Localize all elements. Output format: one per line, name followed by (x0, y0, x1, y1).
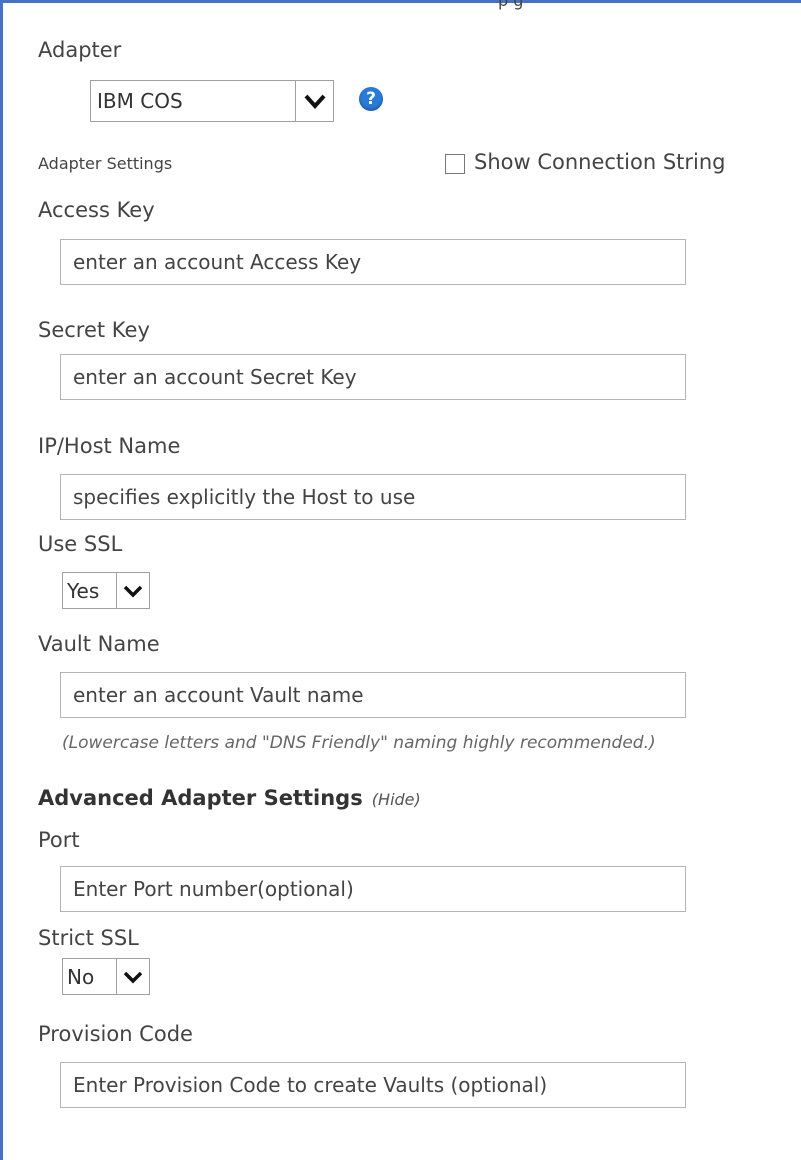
adapter-select[interactable]: IBM COS (90, 80, 334, 122)
access-key-label: Access Key (38, 198, 155, 222)
chevron-down-icon[interactable] (116, 959, 149, 994)
advanced-settings-heading: Advanced Adapter Settings (Hide) (38, 786, 421, 810)
access-key-input[interactable] (60, 239, 686, 285)
help-icon[interactable]: ? (359, 87, 383, 111)
show-connection-string-checkbox[interactable] (445, 154, 465, 174)
use-ssl-select[interactable]: Yes (62, 572, 150, 609)
adapter-settings-label: Adapter Settings (38, 154, 173, 173)
provision-code-label: Provision Code (38, 1022, 193, 1046)
provision-code-input[interactable] (60, 1062, 686, 1108)
strict-ssl-label: Strict SSL (38, 926, 139, 950)
advanced-settings-title: Advanced Adapter Settings (38, 786, 363, 810)
secret-key-input[interactable] (60, 354, 686, 400)
vault-name-hint: (Lowercase letters and "DNS Friendly" na… (62, 733, 656, 753)
frame-left-border (0, 0, 3, 1160)
use-ssl-select-value: Yes (67, 578, 100, 603)
hide-advanced-link[interactable]: (Hide) (372, 790, 421, 809)
frame-top-border (0, 0, 801, 3)
chevron-down-icon[interactable] (116, 573, 149, 608)
use-ssl-label: Use SSL (38, 532, 123, 556)
chevron-down-icon[interactable] (295, 81, 333, 121)
host-name-input[interactable] (60, 474, 686, 520)
strict-ssl-select-value: No (67, 964, 95, 989)
host-name-label: IP/Host Name (38, 434, 181, 458)
strict-ssl-select[interactable]: No (62, 958, 150, 995)
clipped-top-text: p g (498, 0, 524, 10)
adapter-select-value: IBM COS (97, 89, 183, 113)
port-input[interactable] (60, 866, 686, 912)
port-label: Port (38, 828, 80, 852)
secret-key-label: Secret Key (38, 318, 150, 342)
adapter-label: Adapter (38, 38, 122, 62)
show-connection-string-label[interactable]: Show Connection String (474, 150, 726, 174)
vault-name-label: Vault Name (38, 632, 160, 656)
vault-name-input[interactable] (60, 672, 686, 718)
